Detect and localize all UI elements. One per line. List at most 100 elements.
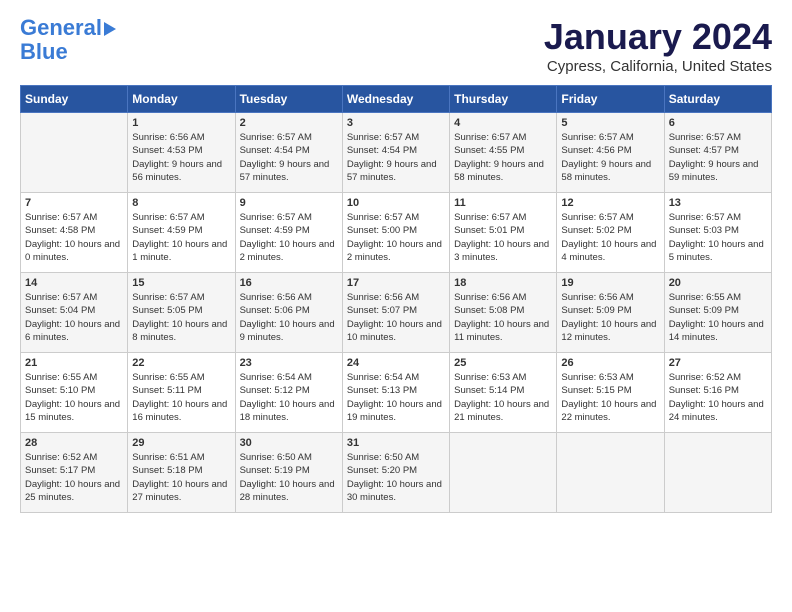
calendar-cell (450, 433, 557, 513)
calendar-cell: 9 Sunrise: 6:57 AMSunset: 4:59 PMDaylight… (235, 193, 342, 273)
day-number: 24 (347, 357, 445, 369)
weekday-header-saturday: Saturday (664, 86, 771, 113)
calendar-cell: 27 Sunrise: 6:52 AMSunset: 5:16 PMDayligh… (664, 353, 771, 433)
day-number: 22 (132, 357, 230, 369)
day-number: 26 (561, 357, 659, 369)
page-header: General Blue January 2024 Cypress, Calif… (20, 16, 772, 75)
day-number: 31 (347, 437, 445, 449)
calendar-cell: 1Sunrise: 6:56 AMSunset: 4:53 PMDaylight… (128, 113, 235, 193)
day-info: Sunrise: 6:55 AMSunset: 5:09 PMDaylight:… (669, 291, 767, 344)
calendar-cell: 17Sunrise: 6:56 AMSunset: 5:07 PMDayligh… (342, 273, 449, 353)
logo-name: General Blue (20, 16, 116, 64)
day-info: Sunrise: 6:57 AMSunset: 4:57 PMDaylight:… (669, 131, 767, 184)
day-number: 23 (240, 357, 338, 369)
calendar-cell: 22 Sunrise: 6:55 AMSunset: 5:11 PMDayligh… (128, 353, 235, 433)
day-number: 10 (347, 197, 445, 209)
day-number: 20 (669, 277, 767, 289)
day-number: 15 (132, 277, 230, 289)
calendar-cell: 15 Sunrise: 6:57 AMSunset: 5:05 PMDayligh… (128, 273, 235, 353)
calendar-cell: 24 Sunrise: 6:54 AMSunset: 5:13 PMDayligh… (342, 353, 449, 433)
weekday-header-monday: Monday (128, 86, 235, 113)
day-info: Sunrise: 6:57 AMSunset: 4:56 PMDaylight:… (561, 131, 659, 184)
day-info: Sunrise: 6:57 AMSunset: 5:03 PMDaylight:… (669, 211, 767, 264)
day-info: Sunrise: 6:52 AMSunset: 5:16 PMDaylight:… (669, 371, 767, 424)
day-number: 9 (240, 197, 338, 209)
day-info: Sunrise: 6:57 AMSunset: 5:00 PMDaylight:… (347, 211, 445, 264)
day-number: 6 (669, 117, 767, 129)
calendar-cell: 13 Sunrise: 6:57 AMSunset: 5:03 PMDayligh… (664, 193, 771, 273)
day-info: Sunrise: 6:57 AMSunset: 4:54 PMDaylight:… (347, 131, 445, 184)
day-info: Sunrise: 6:50 AMSunset: 5:19 PMDaylight:… (240, 451, 338, 504)
day-number: 18 (454, 277, 552, 289)
calendar-cell (21, 113, 128, 193)
calendar-cell: 19 Sunrise: 6:56 AMSunset: 5:09 PMDayligh… (557, 273, 664, 353)
day-number: 27 (669, 357, 767, 369)
day-info: Sunrise: 6:54 AMSunset: 5:13 PMDaylight:… (347, 371, 445, 424)
day-info: Sunrise: 6:56 AMSunset: 5:06 PMDaylight:… (240, 291, 338, 344)
day-info: Sunrise: 6:53 AMSunset: 5:14 PMDaylight:… (454, 371, 552, 424)
month-title: January 2024 (544, 16, 772, 58)
day-info: Sunrise: 6:54 AMSunset: 5:12 PMDaylight:… (240, 371, 338, 424)
day-info: Sunrise: 6:52 AMSunset: 5:17 PMDaylight:… (25, 451, 123, 504)
logo: General Blue (20, 16, 116, 64)
day-number: 25 (454, 357, 552, 369)
day-number: 17 (347, 277, 445, 289)
weekday-header-thursday: Thursday (450, 86, 557, 113)
weekday-header-wednesday: Wednesday (342, 86, 449, 113)
day-number: 4 (454, 117, 552, 129)
calendar-cell: 10 Sunrise: 6:57 AMSunset: 5:00 PMDayligh… (342, 193, 449, 273)
day-info: Sunrise: 6:57 AMSunset: 4:54 PMDaylight:… (240, 131, 338, 184)
day-number: 8 (132, 197, 230, 209)
day-number: 21 (25, 357, 123, 369)
calendar-cell: 5 Sunrise: 6:57 AMSunset: 4:56 PMDaylight… (557, 113, 664, 193)
calendar-cell: 4 Sunrise: 6:57 AMSunset: 4:55 PMDaylight… (450, 113, 557, 193)
day-number: 2 (240, 117, 338, 129)
calendar-week-3: 14Sunrise: 6:57 AMSunset: 5:04 PMDayligh… (21, 273, 772, 353)
calendar-cell: 23 Sunrise: 6:54 AMSunset: 5:12 PMDayligh… (235, 353, 342, 433)
day-number: 16 (240, 277, 338, 289)
day-info: Sunrise: 6:53 AMSunset: 5:15 PMDaylight:… (561, 371, 659, 424)
calendar-cell: 16 Sunrise: 6:56 AMSunset: 5:06 PMDayligh… (235, 273, 342, 353)
calendar-week-2: 7 Sunrise: 6:57 AMSunset: 4:58 PMDaylight… (21, 193, 772, 273)
day-info: Sunrise: 6:57 AMSunset: 4:58 PMDaylight:… (25, 211, 123, 264)
day-info: Sunrise: 6:57 AMSunset: 4:59 PMDaylight:… (240, 211, 338, 264)
day-number: 29 (132, 437, 230, 449)
day-info: Sunrise: 6:55 AMSunset: 5:11 PMDaylight:… (132, 371, 230, 424)
title-block: January 2024 Cypress, California, United… (544, 16, 772, 75)
calendar-cell: 29 Sunrise: 6:51 AMSunset: 5:18 PMDayligh… (128, 433, 235, 513)
day-number: 11 (454, 197, 552, 209)
day-number: 7 (25, 197, 123, 209)
day-info: Sunrise: 6:57 AMSunset: 5:02 PMDaylight:… (561, 211, 659, 264)
calendar-cell: 6 Sunrise: 6:57 AMSunset: 4:57 PMDaylight… (664, 113, 771, 193)
day-info: Sunrise: 6:56 AMSunset: 5:09 PMDaylight:… (561, 291, 659, 344)
day-number: 28 (25, 437, 123, 449)
day-number: 19 (561, 277, 659, 289)
calendar-cell: 8 Sunrise: 6:57 AMSunset: 4:59 PMDaylight… (128, 193, 235, 273)
logo-blue: Blue (20, 39, 68, 64)
calendar-cell: 2 Sunrise: 6:57 AMSunset: 4:54 PMDaylight… (235, 113, 342, 193)
day-info: Sunrise: 6:56 AMSunset: 5:08 PMDaylight:… (454, 291, 552, 344)
calendar-cell (557, 433, 664, 513)
calendar-table: SundayMondayTuesdayWednesdayThursdayFrid… (20, 85, 772, 513)
day-number: 30 (240, 437, 338, 449)
day-number: 5 (561, 117, 659, 129)
calendar-cell: 20 Sunrise: 6:55 AMSunset: 5:09 PMDayligh… (664, 273, 771, 353)
day-info: Sunrise: 6:55 AMSunset: 5:10 PMDaylight:… (25, 371, 123, 424)
day-info: Sunrise: 6:57 AMSunset: 4:59 PMDaylight:… (132, 211, 230, 264)
day-info: Sunrise: 6:51 AMSunset: 5:18 PMDaylight:… (132, 451, 230, 504)
day-info: Sunrise: 6:57 AMSunset: 5:05 PMDaylight:… (132, 291, 230, 344)
day-info: Sunrise: 6:57 AMSunset: 5:01 PMDaylight:… (454, 211, 552, 264)
calendar-week-1: 1Sunrise: 6:56 AMSunset: 4:53 PMDaylight… (21, 113, 772, 193)
calendar-cell: 3Sunrise: 6:57 AMSunset: 4:54 PMDaylight… (342, 113, 449, 193)
logo-general: General (20, 15, 102, 40)
calendar-cell (664, 433, 771, 513)
calendar-cell: 18 Sunrise: 6:56 AMSunset: 5:08 PMDayligh… (450, 273, 557, 353)
calendar-cell: 14Sunrise: 6:57 AMSunset: 5:04 PMDayligh… (21, 273, 128, 353)
calendar-cell: 7 Sunrise: 6:57 AMSunset: 4:58 PMDaylight… (21, 193, 128, 273)
calendar-cell: 25 Sunrise: 6:53 AMSunset: 5:14 PMDayligh… (450, 353, 557, 433)
day-number: 13 (669, 197, 767, 209)
day-info: Sunrise: 6:57 AMSunset: 4:55 PMDaylight:… (454, 131, 552, 184)
day-info: Sunrise: 6:50 AMSunset: 5:20 PMDaylight:… (347, 451, 445, 504)
calendar-cell: 26 Sunrise: 6:53 AMSunset: 5:15 PMDayligh… (557, 353, 664, 433)
day-info: Sunrise: 6:56 AMSunset: 4:53 PMDaylight:… (132, 131, 230, 184)
